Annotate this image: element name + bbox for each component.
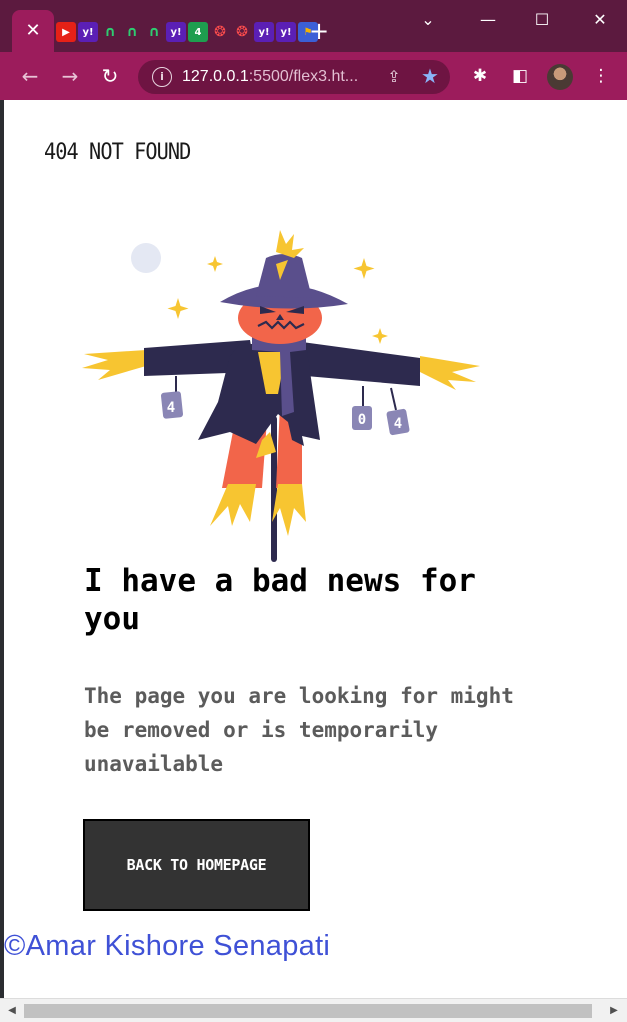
green-arc-icon[interactable]: ∩ [144,22,164,42]
yahoo-icon[interactable]: y! [78,22,98,42]
forward-icon[interactable]: → [56,62,84,90]
straw-right [420,356,480,390]
straw-left-foot [210,484,256,526]
reload-icon[interactable]: ↻ [96,62,124,90]
url-host: 127.0.0.1 [182,68,249,85]
url-text[interactable]: 127.0.0.1:5500/flex3.ht... [182,60,358,94]
new-tab-button[interactable]: + [304,16,334,46]
tab-search-icon[interactable]: ⌄ [408,6,448,34]
can-label: 0 [358,412,366,428]
minimize-button[interactable]: — [468,6,508,34]
browser-toolbar: ← → ↻ i 127.0.0.1:5500/flex3.ht... ⇪ ★ ✱… [0,52,627,100]
logo-text: 404 NOT FOUND [44,140,191,165]
close-window-button[interactable]: ✕ [580,6,620,34]
url-path: :5500/flex3.ht... [248,68,359,85]
extensions-icon[interactable]: ✱ [466,62,494,90]
green-arc-icon[interactable]: ∩ [122,22,142,42]
tab-strip: ✕ ▶ y! ∩ ∩ ∩ y! 4 ❂ ❂ y! y! ⚑ + ⌄ — ☐ ✕ [0,0,627,52]
green-arc-icon[interactable]: ∩ [100,22,120,42]
scroll-right-icon[interactable]: ▶ [606,1003,622,1019]
profile-avatar[interactable] [547,64,573,90]
window-edge [0,100,4,1000]
pole-shape [271,416,277,562]
sparkle-shape [167,298,189,319]
menu-icon[interactable]: ⋮ [587,62,615,90]
channel4-icon[interactable]: 4 [188,22,208,42]
yahoo-icon[interactable]: y! [166,22,186,42]
straw-left [82,350,146,380]
hat-top [256,254,312,298]
scroll-thumb[interactable] [24,1004,592,1018]
sparkle-shape [372,328,388,344]
site-info-icon[interactable]: i [152,67,172,87]
red-ring-icon[interactable]: ❂ [232,22,252,42]
scarecrow-illustration: 4 0 4 [82,230,480,562]
hat-straw [276,230,304,258]
maximize-button[interactable]: ☐ [522,6,562,34]
headline: I have a bad news for you [84,563,476,637]
side-panel-icon[interactable]: ◧ [506,62,534,90]
back-icon[interactable]: ← [16,62,44,90]
straw-right-foot [272,484,306,536]
pinned-tabs: ▶ y! ∩ ∩ ∩ y! 4 ❂ ❂ y! y! ⚑ [56,22,318,44]
moon-shape [131,243,161,273]
right-sleeve [302,342,420,386]
sparkle-shape [353,258,375,279]
youtube-icon[interactable]: ▶ [56,22,76,42]
sparkle-shape [207,256,223,272]
red-ring-icon[interactable]: ❂ [210,22,230,42]
horizontal-scrollbar[interactable]: ◀ ▶ [0,998,627,1022]
back-to-homepage-button[interactable]: BACK TO HOMEPAGE [83,819,310,911]
author-credit: ©Amar Kishore Senapati [4,930,331,962]
address-bar[interactable]: i 127.0.0.1:5500/flex3.ht... ⇪ ★ [138,60,450,94]
yahoo-icon[interactable]: y! [254,22,274,42]
yahoo-icon[interactable]: y! [276,22,296,42]
can-label: 4 [394,416,402,432]
close-tab-icon[interactable]: ✕ [12,10,54,52]
can-label: 4 [167,400,175,416]
scroll-left-icon[interactable]: ◀ [4,1003,20,1019]
description-text: The page you are looking for might be re… [84,684,514,776]
bookmark-star-icon[interactable]: ★ [418,64,442,88]
share-icon[interactable]: ⇪ [382,65,406,89]
